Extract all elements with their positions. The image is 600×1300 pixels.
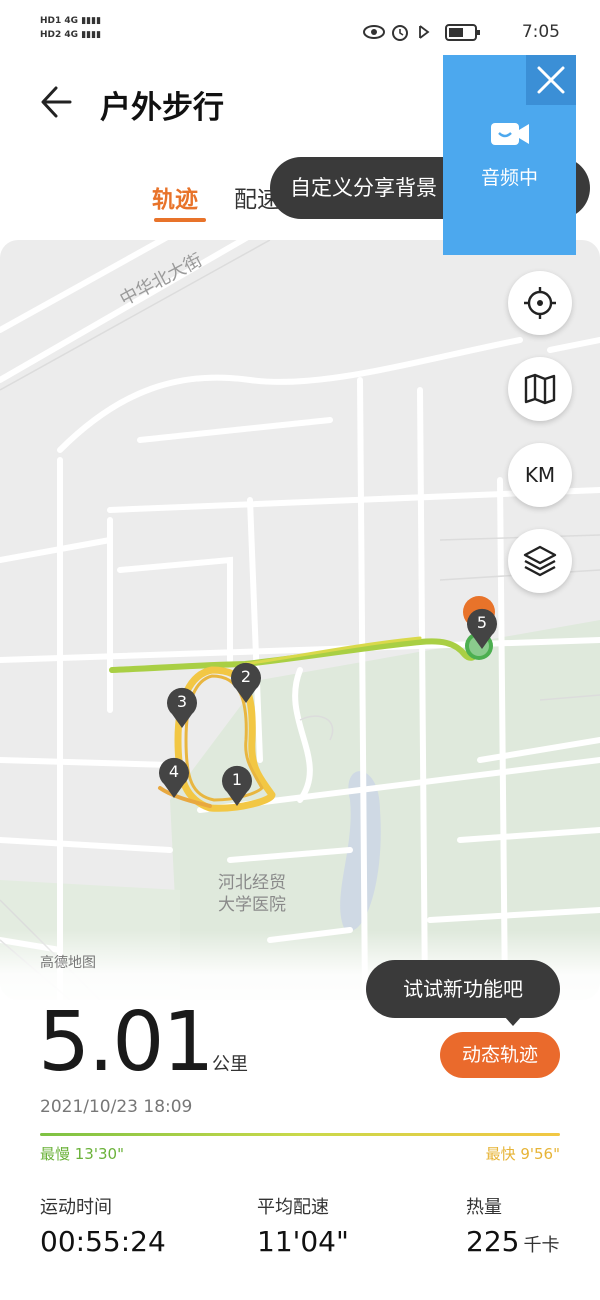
pace-gradient-bar (40, 1133, 560, 1136)
poi-label: 河北经贸 (218, 873, 286, 893)
distance-value: 5.01 (38, 995, 215, 1090)
kilometer-marker-4: 4 (154, 752, 194, 804)
distance-unit: 公里 (212, 1054, 248, 1075)
close-button[interactable] (526, 55, 576, 105)
slowest-pace: 最慢 13'30" (40, 1145, 124, 1163)
unit-button[interactable]: KM (508, 443, 572, 507)
layers-button[interactable] (508, 529, 572, 593)
avg-pace-label: 平均配速 (257, 1197, 329, 1218)
eye-icon (363, 25, 385, 39)
fastest-pace: 最快 9'56" (485, 1145, 560, 1163)
network-label: 4G (64, 16, 79, 26)
map-view[interactable]: 中华北大街 河北经贸 大学医院 2 3 4 1 5 KM (0, 240, 600, 1000)
page-title: 户外步行 (100, 90, 224, 126)
locate-button[interactable] (508, 271, 572, 335)
layers-icon (523, 545, 557, 577)
bluetooth-icon (419, 25, 430, 39)
status-icons (363, 24, 480, 41)
kilometer-marker-3: 3 (162, 682, 202, 734)
unit-label: KM (524, 463, 556, 487)
sim2-label: HD (40, 30, 56, 40)
poi-label-2: 大学医院 (218, 895, 286, 915)
tab-active-indicator (154, 218, 206, 222)
crosshair-icon (524, 287, 556, 319)
network-label-2: 4G (64, 30, 79, 40)
duration-value: 00:55:24 (40, 1225, 166, 1258)
calories-value: 225 (466, 1225, 520, 1258)
calories-unit: 千卡 (523, 1235, 560, 1256)
clock: 7:05 (521, 22, 560, 42)
back-arrow-icon[interactable] (38, 82, 78, 122)
svg-text:2: 2 (241, 667, 251, 686)
map-type-button[interactable] (508, 357, 572, 421)
new-feature-tooltip: 试试新功能吧 (366, 960, 560, 1018)
activity-datetime: 2021/10/23 18:09 (40, 1097, 193, 1117)
signal-indicators: HD1 4G ▮▮▮▮ HD2 4G ▮▮▮▮ (40, 16, 102, 40)
map-canvas: 中华北大街 河北经贸 大学医院 (0, 240, 600, 1000)
tooltip-tail (504, 1016, 522, 1026)
calories-label: 热量 (466, 1197, 502, 1218)
map-icon (524, 373, 556, 405)
map-credit: 高德地图 (40, 955, 96, 971)
dynamic-track-button[interactable]: 动态轨迹 (440, 1032, 560, 1078)
kilometer-marker-2: 2 (226, 657, 266, 709)
svg-text:5: 5 (477, 613, 487, 632)
close-icon (537, 66, 565, 94)
avg-pace-value: 11'04" (257, 1225, 349, 1258)
audio-status-label: 音频中 (480, 167, 538, 189)
duration-label: 运动时间 (40, 1197, 112, 1218)
svg-text:1: 1 (232, 770, 242, 789)
video-camera-icon (491, 123, 529, 145)
audio-overlay[interactable]: 音频中 (443, 55, 576, 255)
kilometer-marker-5: 5 (462, 603, 502, 655)
kilometer-marker-1: 1 (217, 760, 257, 812)
alarm-icon (392, 25, 408, 41)
svg-text:3: 3 (177, 692, 187, 711)
battery-icon (445, 24, 480, 41)
status-bar: HD1 4G ▮▮▮▮ HD2 4G ▮▮▮▮ 7:05 (0, 0, 600, 62)
tab-track[interactable]: 轨迹 (152, 180, 198, 214)
svg-text:4: 4 (169, 762, 179, 781)
calories-block: 225 千卡 (466, 1225, 559, 1258)
sim1-label: HD (40, 16, 56, 26)
